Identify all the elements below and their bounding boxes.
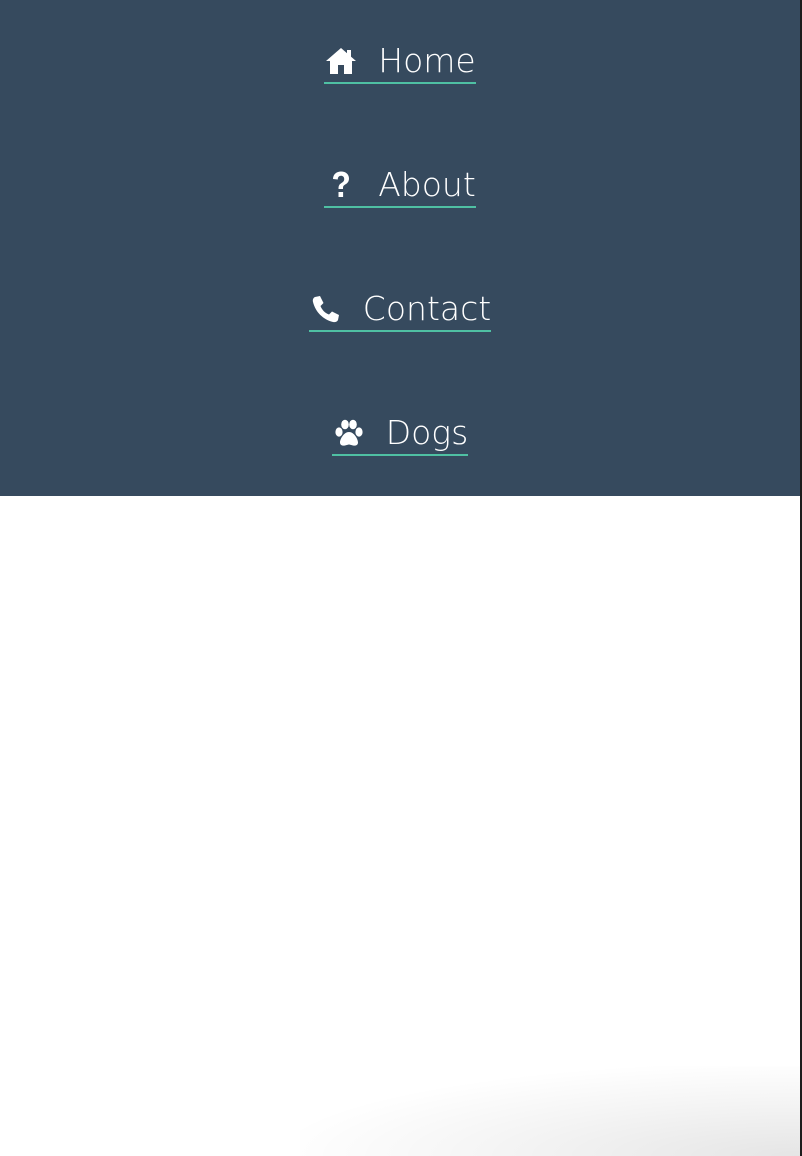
nav-item-home: Home (0, 0, 800, 124)
nav-item-dogs: Dogs (0, 372, 800, 496)
nav-label-about: About (378, 164, 476, 204)
home-icon (324, 44, 358, 78)
paw-icon (332, 416, 366, 450)
phone-icon (309, 292, 343, 326)
bottom-shadow (300, 1066, 800, 1156)
page: Home About Contact Dogs (0, 0, 802, 1156)
nav-label-home: Home (378, 40, 476, 80)
nav-link-about[interactable]: About (324, 165, 476, 208)
main-navigation: Home About Contact Dogs (0, 0, 800, 496)
nav-link-contact[interactable]: Contact (308, 288, 492, 332)
question-icon (324, 168, 358, 202)
nav-label-contact: Contact (362, 288, 492, 328)
nav-item-about: About (0, 124, 800, 248)
nav-item-contact: Contact (0, 248, 800, 372)
nav-link-dogs[interactable]: Dogs (331, 412, 469, 456)
nav-label-dogs: Dogs (385, 412, 469, 452)
nav-link-home[interactable]: Home (324, 40, 476, 84)
